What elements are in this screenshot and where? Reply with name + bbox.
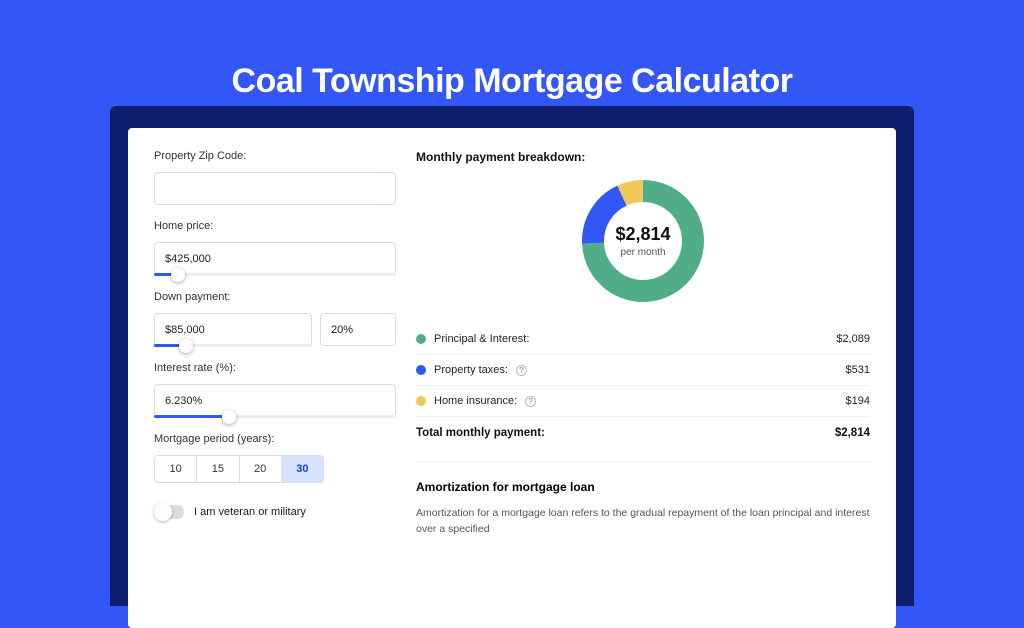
info-icon[interactable]: ?: [525, 396, 536, 407]
breakdown-value: $194: [846, 395, 870, 407]
zip-input[interactable]: [154, 172, 396, 205]
home-price-input[interactable]: [154, 242, 396, 275]
amortization-section: Amortization for mortgage loan Amortizat…: [416, 461, 870, 538]
home-price-slider[interactable]: [154, 273, 396, 276]
amortization-title: Amortization for mortgage loan: [416, 480, 870, 494]
donut-chart: $2,814 per month: [578, 176, 708, 306]
field-zip: Property Zip Code:: [154, 150, 396, 205]
donut-chart-wrap: $2,814 per month: [416, 176, 870, 306]
veteran-toggle[interactable]: [154, 505, 184, 519]
calculator-card: Property Zip Code: Home price: Down paym…: [128, 128, 896, 628]
breakdown-value: $2,089: [836, 333, 870, 345]
breakdown-label: Principal & Interest:: [434, 333, 529, 345]
legend-dot: [416, 396, 426, 406]
period-tab-15[interactable]: 15: [197, 456, 239, 482]
form-column: Property Zip Code: Home price: Down paym…: [154, 150, 396, 606]
amortization-text: Amortization for a mortgage loan refers …: [416, 506, 870, 538]
total-value: $2,814: [835, 427, 870, 439]
slider-thumb[interactable]: [179, 339, 193, 353]
down-payment-input[interactable]: [154, 313, 312, 346]
breakdown-row-insurance: Home insurance: ? $194: [416, 386, 870, 417]
total-label: Total monthly payment:: [416, 427, 545, 439]
veteran-row: I am veteran or military: [154, 505, 396, 519]
slider-thumb[interactable]: [222, 410, 236, 424]
field-interest-rate: Interest rate (%):: [154, 362, 396, 418]
donut-center-label: $2,814 per month: [615, 224, 670, 258]
interest-input[interactable]: [154, 384, 396, 417]
legend-dot: [416, 365, 426, 375]
info-icon[interactable]: ?: [516, 365, 527, 376]
page-title: Coal Township Mortgage Calculator: [0, 0, 1024, 101]
field-mortgage-period: Mortgage period (years): 10 15 20 30: [154, 433, 396, 483]
legend-dot: [416, 334, 426, 344]
zip-label: Property Zip Code:: [154, 150, 396, 162]
breakdown-row-principal: Principal & Interest: $2,089: [416, 324, 870, 355]
down-payment-label: Down payment:: [154, 291, 396, 303]
period-tab-20[interactable]: 20: [240, 456, 282, 482]
period-tab-10[interactable]: 10: [155, 456, 197, 482]
period-tabs: 10 15 20 30: [154, 455, 324, 483]
field-down-payment: Down payment:: [154, 291, 396, 347]
breakdown-title: Monthly payment breakdown:: [416, 150, 870, 164]
interest-label: Interest rate (%):: [154, 362, 396, 374]
down-payment-pct-input[interactable]: [320, 313, 396, 346]
donut-amount: $2,814: [615, 224, 670, 245]
donut-sublabel: per month: [615, 247, 670, 258]
field-home-price: Home price:: [154, 220, 396, 276]
breakdown-label: Property taxes:: [434, 364, 508, 376]
breakdown-label: Home insurance:: [434, 395, 517, 407]
breakdown-value: $531: [846, 364, 870, 376]
period-label: Mortgage period (years):: [154, 433, 396, 445]
breakdown-total-row: Total monthly payment: $2,814: [416, 417, 870, 439]
interest-slider[interactable]: [154, 415, 396, 418]
toggle-knob: [154, 503, 172, 521]
breakdown-row-taxes: Property taxes: ? $531: [416, 355, 870, 386]
period-tab-30[interactable]: 30: [282, 456, 323, 482]
down-payment-slider[interactable]: [154, 344, 312, 347]
slider-thumb[interactable]: [171, 268, 185, 282]
veteran-label: I am veteran or military: [194, 506, 306, 518]
home-price-label: Home price:: [154, 220, 396, 232]
breakdown-column: Monthly payment breakdown: $2,814 per mo…: [416, 150, 870, 606]
